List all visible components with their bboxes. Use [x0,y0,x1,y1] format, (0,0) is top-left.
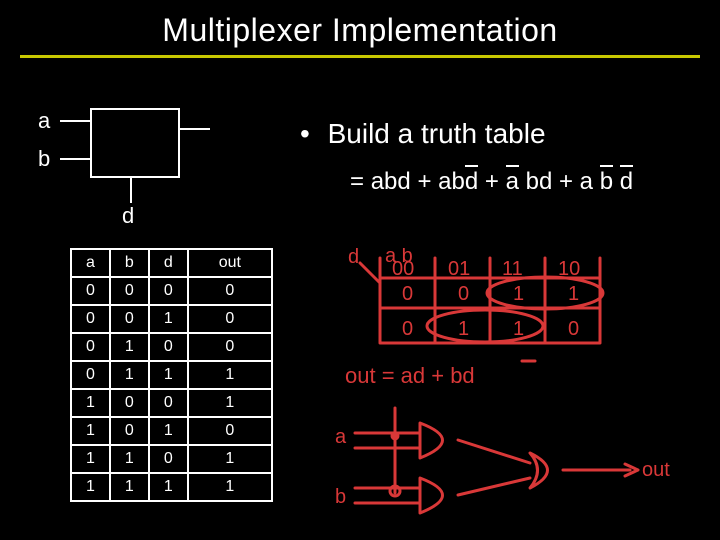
c: 0 [110,277,149,305]
sketch-out-expr: out = ad + bd [345,363,475,388]
c: 0 [71,277,110,305]
table-row: 1010 [71,417,272,445]
t1a: a [371,168,384,195]
wire-d [130,178,132,203]
c: 0 [149,333,188,361]
equation: = abd + abd + a bd + a b d [350,168,633,196]
kcol1: 01 [448,258,470,280]
t3d: d [539,168,552,195]
wire-out [180,128,210,130]
c: 0 [149,445,188,473]
k03: 1 [568,283,579,305]
t2d-bar: d [465,168,478,196]
c: 0 [71,305,110,333]
eq-sign: = [350,168,364,195]
th-out: out [188,249,272,277]
c: 0 [188,333,272,361]
c: 1 [110,445,149,473]
c: 1 [149,361,188,389]
truth-table: a b d out 0000 0010 0100 0111 1001 1010 … [70,248,273,502]
c: 1 [71,417,110,445]
th-a: a [71,249,110,277]
table-row: 1101 [71,445,272,473]
c: 1 [110,473,149,501]
c: 0 [110,305,149,333]
table-row: 0000 [71,277,272,305]
k10: 0 [402,318,413,340]
c: 0 [188,305,272,333]
c: 1 [188,389,272,417]
bullet-line: • Build a truth table [300,118,546,150]
bullet-text: Build a truth table [328,118,546,149]
c: 1 [71,389,110,417]
c: 0 [71,333,110,361]
c: 0 [110,417,149,445]
mux-block [90,108,180,178]
k13: 0 [568,318,579,340]
c: 1 [71,445,110,473]
c: 0 [188,277,272,305]
gate-a: a [335,426,347,448]
slide-title: Multiplexer Implementation [0,0,720,55]
wire-b [60,158,90,160]
label-a: a [38,108,50,134]
plus2: + [485,168,499,195]
t2b: b [451,168,464,195]
th-d: d [149,249,188,277]
t4d-bar: d [620,168,633,196]
c: 1 [188,445,272,473]
table-row: 0111 [71,361,272,389]
k00: 0 [402,283,413,305]
hand-sketch: d a b 00 01 11 10 0 0 1 1 0 1 1 0 out = … [330,248,700,538]
c: 1 [149,417,188,445]
plus1: + [417,168,431,195]
c: 0 [110,389,149,417]
k02: 1 [513,283,524,305]
wire-a [60,120,90,122]
slide-content: a b d • Build a truth table = abd + abd … [0,58,720,528]
c: 1 [188,473,272,501]
term-1: abd [371,168,411,196]
c: 0 [71,361,110,389]
th-b: b [110,249,149,277]
c: 1 [110,361,149,389]
bullet-dot: • [300,118,310,149]
c: 0 [149,277,188,305]
t1d: d [397,168,410,195]
t4b-bar: b [600,168,613,196]
term-4: a b d [580,168,633,196]
t4a: a [580,168,593,195]
term-2: abd [438,168,478,196]
t3a-bar: a [506,168,519,196]
c: 1 [188,361,272,389]
c: 1 [110,333,149,361]
kcol0: 00 [392,258,414,280]
term-3: a bd [506,168,553,196]
c: 1 [149,473,188,501]
t3b: b [526,168,539,195]
kmap-row-var: d [348,248,359,268]
label-b: b [38,146,50,172]
plus3: + [559,168,573,195]
c: 1 [149,305,188,333]
gate-out: out [642,459,670,481]
k01: 0 [458,283,469,305]
table-row: 0100 [71,333,272,361]
c: 0 [149,389,188,417]
k11: 1 [458,318,469,340]
table-row: 0010 [71,305,272,333]
t2a: a [438,168,451,195]
table-row: 1001 [71,389,272,417]
kcol2: 11 [502,258,523,280]
label-d: d [122,203,134,229]
c: 1 [71,473,110,501]
t1b: b [384,168,397,195]
table-header-row: a b d out [71,249,272,277]
gate-b: b [335,486,346,508]
c: 0 [188,417,272,445]
table-row: 1111 [71,473,272,501]
